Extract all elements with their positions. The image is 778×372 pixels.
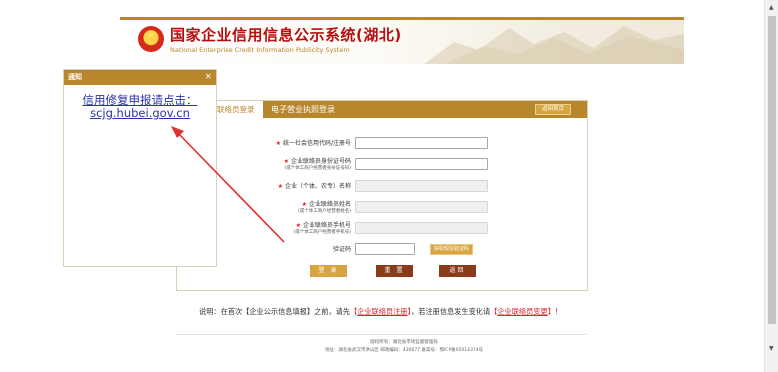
scrollbar-thumb[interactable] xyxy=(768,16,776,324)
reset-button[interactable]: 重 置 xyxy=(376,265,413,277)
contact-phone-label: ★ 企业联络员手机号 (或个体工商户经营者手机号) xyxy=(293,222,351,235)
company-name-input[interactable] xyxy=(355,180,488,192)
row-company-name: ★ 企业（个体、农专）名称 xyxy=(177,180,587,194)
site-header: ★ 国家企业信用信息公示系统(湖北) National Enterprise C… xyxy=(120,20,684,64)
row-contact-id: ★ 企业联络员身份证号码 (或个体工商户经营者身份证号码) xyxy=(177,158,587,172)
notice-header: 通知 × xyxy=(64,70,216,85)
required-mark: ★ xyxy=(295,222,301,229)
tab-bar: 联络员登录 电子营业执照登录 返回首页 xyxy=(177,101,587,118)
footer-copyright: 版权所有：湖北省市场监督管理局 xyxy=(370,340,438,345)
contact-id-label: ★ 企业联络员身份证号码 (或个体工商户经营者身份证号码) xyxy=(283,158,351,171)
contact-change-link[interactable]: 企业联络员变更 xyxy=(497,307,547,316)
form-actions: 登 录 重 置 返回 xyxy=(177,265,587,277)
contact-id-sublabel: (或个体工商户经营者身份证号码) xyxy=(284,166,351,171)
contact-id-input[interactable] xyxy=(355,158,488,170)
login-button[interactable]: 登 录 xyxy=(310,265,347,277)
row-credit-code: ★ 统一社会信用代码/注册号 xyxy=(177,137,587,151)
contact-phone-sublabel: (或个体工商户经营者手机号) xyxy=(293,230,351,235)
credit-repair-link-text[interactable]: 信用修复申报请点击： xyxy=(83,93,198,107)
notice-body: 信用修复申报请点击： scjg.hubei.gov.cn xyxy=(64,94,216,120)
scroll-up-icon[interactable]: ▲ xyxy=(769,4,774,11)
required-mark: ★ xyxy=(277,183,283,190)
login-panel: 联络员登录 电子营业执照登录 返回首页 ★ 统一社会信用代码/注册号 ★ 企业联络员… xyxy=(176,100,588,291)
row-contact-name: ★ 企业联络员姓名 (或个体工商户经营者姓名) xyxy=(177,201,587,215)
tab-e-license-login[interactable]: 电子营业执照登录 xyxy=(271,101,335,118)
footer-address: 地址：湖北省武汉市洪山区 邮政编码：430077 备案号：鄂ICP备050143… xyxy=(324,348,484,353)
site-subtitle: National Enterprise Credit Information P… xyxy=(170,46,350,54)
contact-name-input[interactable] xyxy=(355,201,488,213)
company-name-label: ★ 企业（个体、农专）名称 xyxy=(277,183,351,190)
contact-name-label: ★ 企业联络员姓名 (或个体工商户经营者姓名) xyxy=(297,201,351,214)
credit-code-input[interactable] xyxy=(355,137,488,149)
captcha-input[interactable] xyxy=(355,243,415,255)
scroll-down-icon[interactable]: ▼ xyxy=(769,345,774,352)
national-emblem-icon: ★ xyxy=(138,26,164,52)
required-mark: ★ xyxy=(275,140,281,147)
registration-note: 说明：在首次【企业公示信息填报】之前，请先【企业联络员注册】，若注册信息发生变化… xyxy=(199,307,563,316)
return-button[interactable]: 返回 xyxy=(439,265,476,277)
mountain-decoration-icon xyxy=(424,26,684,64)
contact-register-link[interactable]: 企业联络员注册 xyxy=(357,307,407,316)
page: ★ 国家企业信用信息公示系统(湖北) National Enterprise C… xyxy=(0,0,778,372)
credit-code-label: ★ 统一社会信用代码/注册号 xyxy=(275,140,351,147)
contact-name-sublabel: (或个体工商户经营者姓名) xyxy=(297,209,351,214)
page-scrollbar[interactable]: ▲ ▼ xyxy=(764,0,778,372)
notice-popup: 通知 × 信用修复申报请点击： scjg.hubei.gov.cn xyxy=(63,69,217,267)
back-home-button[interactable]: 返回首页 xyxy=(534,104,571,115)
required-mark: ★ xyxy=(283,158,289,165)
row-captcha: 验证码 获取短信验证码 xyxy=(177,243,587,257)
notice-title: 通知 xyxy=(68,73,82,81)
contact-phone-input[interactable] xyxy=(355,222,488,234)
credit-repair-link[interactable]: scjg.hubei.gov.cn xyxy=(90,106,190,120)
close-icon[interactable]: × xyxy=(204,71,212,83)
row-contact-phone: ★ 企业联络员手机号 (或个体工商户经营者手机号) xyxy=(177,222,587,236)
captcha-label: 验证码 xyxy=(332,246,351,253)
get-sms-code-button[interactable]: 获取短信验证码 xyxy=(430,244,473,255)
required-mark: ★ xyxy=(301,201,307,208)
site-title: 国家企业信用信息公示系统(湖北) xyxy=(170,26,402,44)
footer-divider xyxy=(176,334,588,335)
